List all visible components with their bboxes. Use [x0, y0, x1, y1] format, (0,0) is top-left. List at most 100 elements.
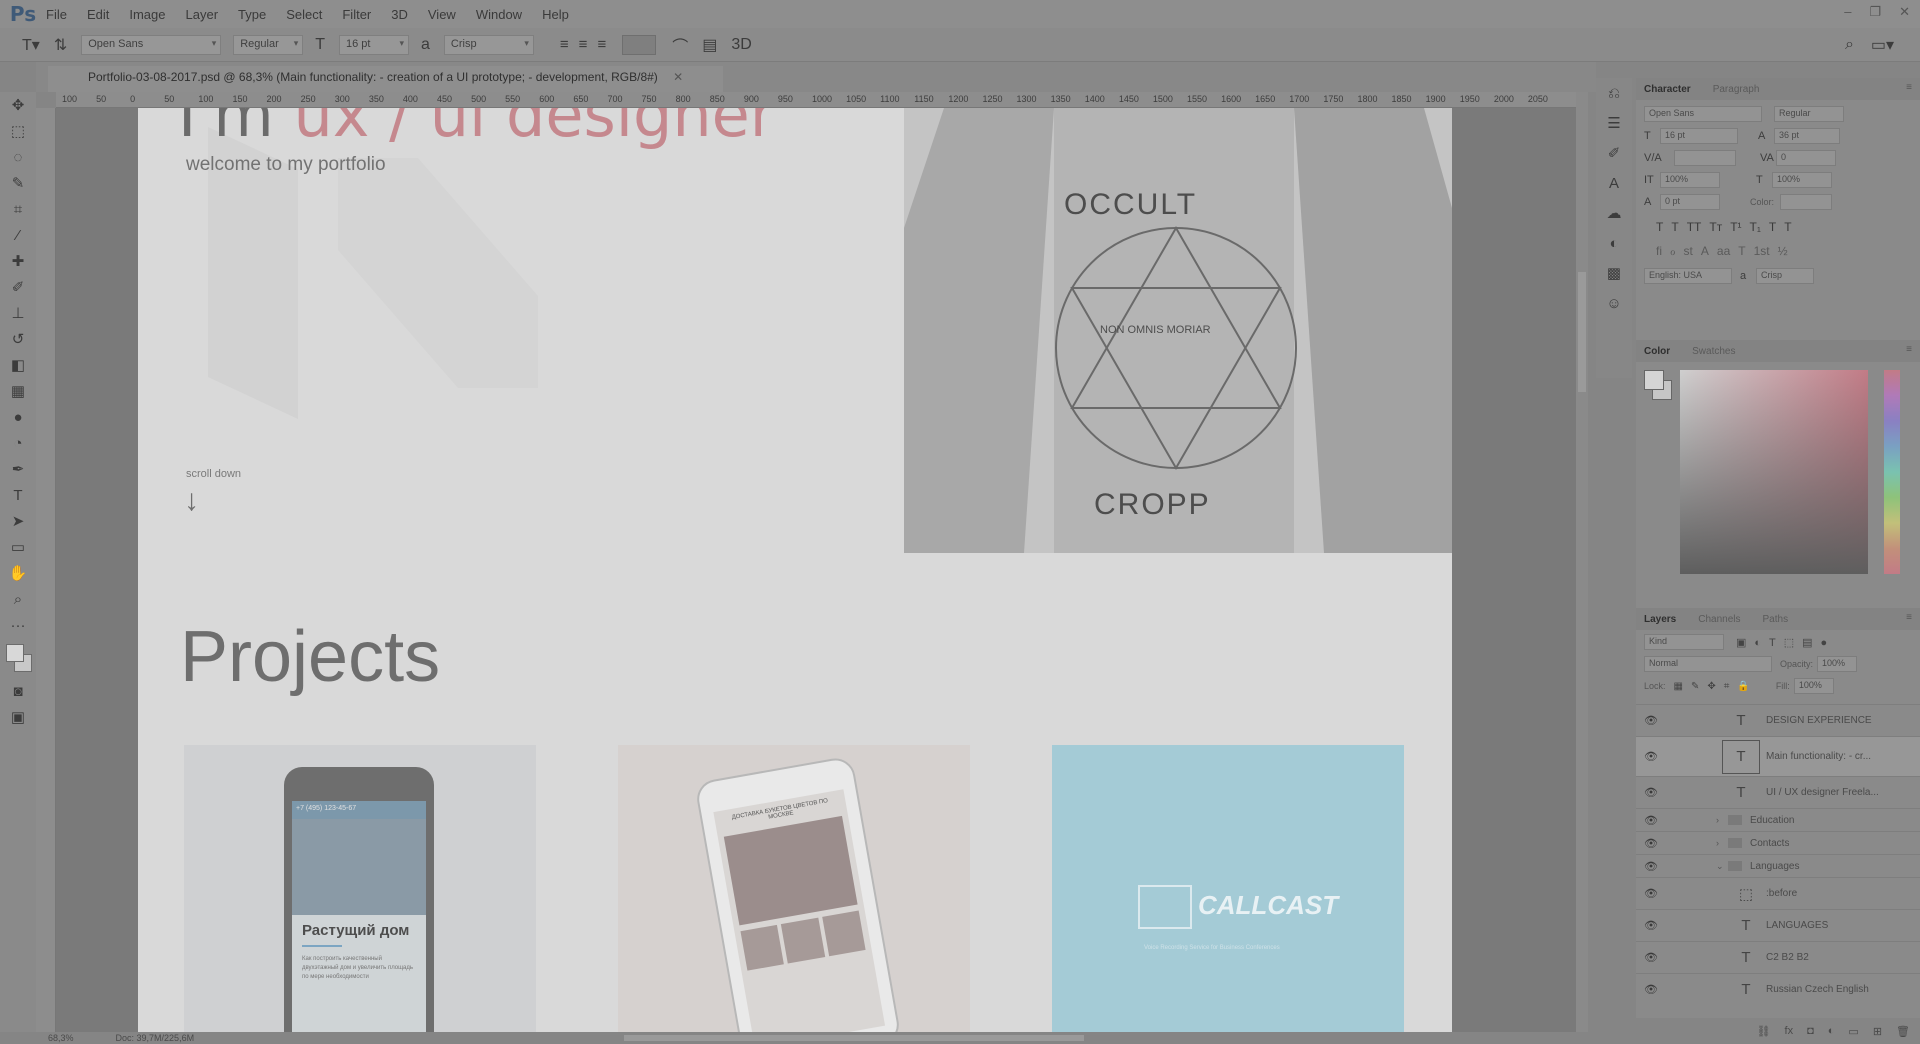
faux-bold-button[interactable]: T [1656, 220, 1663, 234]
menu-type[interactable]: Type [238, 7, 266, 22]
history-panel-icon[interactable]: ⎌ [1596, 78, 1632, 108]
faux-italic-button[interactable]: T [1671, 220, 1678, 234]
font-style-select[interactable]: Regular [233, 34, 304, 55]
tab-character[interactable]: Character [1644, 84, 1691, 95]
toggle-text-orientation-icon[interactable]: ⇅ [54, 35, 67, 55]
font-size-select[interactable]: 16 pt [339, 34, 409, 55]
delete-layer-icon[interactable]: 🗑 [1896, 1025, 1910, 1038]
contextual-alternates-button[interactable]: ℴ [1670, 244, 1676, 258]
vertical-ruler[interactable] [36, 108, 56, 1032]
char-font-size[interactable]: 16 pt [1660, 128, 1738, 144]
panel-menu-icon[interactable]: ≡ [1906, 82, 1912, 93]
layer-row[interactable]: 👁 T LANGUAGES [1636, 909, 1920, 941]
menu-select[interactable]: Select [286, 7, 322, 22]
expand-arrow-icon[interactable]: › [1716, 815, 1728, 825]
vertical-scroll-thumb[interactable] [1578, 272, 1586, 392]
menu-layer[interactable]: Layer [186, 7, 219, 22]
menu-file[interactable]: File [46, 7, 67, 22]
gradient-tool-icon[interactable]: ▦ [0, 378, 36, 404]
blend-mode-select[interactable]: Normal [1644, 656, 1772, 672]
all-caps-button[interactable]: TT [1687, 220, 1702, 234]
tab-layers[interactable]: Layers [1644, 614, 1676, 625]
document-canvas[interactable]: I'm ux / ui designer welcome to my portf… [138, 108, 1452, 1032]
info-panel-icon[interactable]: ☺ [1596, 288, 1632, 318]
text-color-swatch[interactable] [622, 34, 657, 55]
workspace-icon[interactable]: ▭▾ [1871, 35, 1894, 55]
visibility-eye-icon[interactable]: 👁 [1636, 814, 1666, 827]
tab-swatches[interactable]: Swatches [1692, 346, 1735, 357]
clone-stamp-tool-icon[interactable]: ⊥ [0, 300, 36, 326]
fractions-button[interactable]: ½ [1778, 244, 1788, 258]
tab-paths[interactable]: Paths [1763, 614, 1789, 625]
tab-color[interactable]: Color [1644, 346, 1670, 357]
char-leading[interactable]: 36 pt [1774, 128, 1840, 144]
adjustments-panel-icon[interactable]: ◐ [1596, 228, 1632, 258]
hue-slider[interactable] [1884, 370, 1900, 574]
lock-icons[interactable]: ▦✎✥⌗🔒 [1674, 681, 1758, 692]
close-tab-icon[interactable]: ✕ [673, 70, 683, 84]
screen-mode-icon[interactable]: ▣ [0, 704, 36, 730]
horizontal-ruler[interactable]: 100 50 0 50 100 150 200 250 300 350 400 450 500 550 60… [56, 92, 1576, 108]
layer-row-selected[interactable]: 👁 T Main functionality: - cr... [1636, 736, 1920, 776]
layer-group-row[interactable]: 👁 ⌄ Languages [1636, 854, 1920, 877]
crop-tool-icon[interactable]: ⌗ [0, 196, 36, 222]
char-tracking[interactable]: 0 [1776, 150, 1836, 166]
visibility-eye-icon[interactable]: 👁 [1636, 714, 1666, 727]
subscript-button[interactable]: T₁ [1750, 220, 1761, 234]
char-vertical-scale[interactable]: 100% [1660, 172, 1720, 188]
align-left-icon[interactable]: ≡ [560, 36, 569, 53]
close-icon[interactable]: ✕ [1899, 4, 1910, 20]
properties-panel-icon[interactable]: ☰ [1596, 108, 1632, 138]
discretionary-ligatures-button[interactable]: st [1684, 244, 1693, 258]
panel-menu-icon[interactable]: ≡ [1906, 344, 1912, 355]
visibility-eye-icon[interactable]: 👁 [1636, 860, 1666, 873]
small-caps-button[interactable]: Tᴛ [1709, 220, 1722, 234]
path-selection-tool-icon[interactable]: ➤ [0, 508, 36, 534]
char-font-family[interactable]: Open Sans [1644, 106, 1762, 122]
char-language[interactable]: English: USA [1644, 268, 1732, 284]
shape-tool-icon[interactable]: ▭ [0, 534, 36, 560]
layer-row[interactable]: 👁 ⬚ :before [1636, 877, 1920, 909]
stylistic-alternates-button[interactable]: aa [1717, 244, 1730, 258]
tab-paragraph[interactable]: Paragraph [1713, 84, 1760, 95]
link-layers-icon[interactable]: ⛓ [1757, 1025, 1771, 1038]
character-panel-toggle-icon[interactable]: ▤ [702, 35, 717, 55]
char-kerning[interactable] [1674, 150, 1736, 166]
healing-brush-tool-icon[interactable]: ✚ [0, 248, 36, 274]
history-brush-tool-icon[interactable]: ↺ [0, 326, 36, 352]
quick-selection-tool-icon[interactable]: ✎ [0, 170, 36, 196]
char-color-swatch[interactable] [1780, 194, 1833, 210]
color-swatches[interactable] [0, 638, 36, 678]
type-tool-preset-icon[interactable]: T▾ [22, 35, 40, 55]
hand-tool-icon[interactable]: ✋ [0, 560, 36, 586]
vertical-scrollbar[interactable] [1576, 92, 1588, 1032]
superscript-button[interactable]: T¹ [1730, 220, 1741, 234]
align-right-icon[interactable]: ≡ [597, 36, 606, 53]
brush-tool-icon[interactable]: ✐ [0, 274, 36, 300]
titling-alternates-button[interactable]: T [1738, 244, 1745, 258]
opacity-field[interactable]: 100% [1817, 656, 1858, 672]
layer-filter-kind[interactable]: Kind [1644, 634, 1724, 650]
new-layer-icon[interactable]: ⊞ [1873, 1025, 1882, 1038]
foreground-color[interactable] [6, 644, 24, 662]
type-tool-icon[interactable]: T [0, 482, 36, 508]
layer-row[interactable]: 👁 T UI / UX designer Freela... [1636, 776, 1920, 808]
char-baseline-shift[interactable]: 0 pt [1660, 194, 1720, 210]
color-picker-field[interactable] [1680, 370, 1868, 574]
collapse-arrow-icon[interactable]: ⌄ [1716, 861, 1728, 872]
move-tool-icon[interactable]: ✥ [0, 92, 36, 118]
pen-tool-icon[interactable]: ✒ [0, 456, 36, 482]
layer-row[interactable]: 👁 T DESIGN EXPERIENCE [1636, 704, 1920, 736]
zoom-level[interactable]: 68,3% [48, 1033, 74, 1043]
font-family-select[interactable]: Open Sans [81, 34, 222, 55]
char-horizontal-scale[interactable]: 100% [1772, 172, 1832, 188]
strikethrough-button[interactable]: T [1784, 220, 1791, 234]
layer-row[interactable]: 👁 T C2 B2 B2 [1636, 941, 1920, 973]
blur-tool-icon[interactable]: ● [0, 404, 36, 430]
layer-style-icon[interactable]: fx [1785, 1025, 1794, 1037]
visibility-eye-icon[interactable]: 👁 [1636, 786, 1666, 799]
panel-menu-icon[interactable]: ≡ [1906, 612, 1912, 623]
styles-panel-icon[interactable]: ▩ [1596, 258, 1632, 288]
lasso-tool-icon[interactable]: ◌ [0, 144, 36, 170]
layer-group-row[interactable]: 👁 › Contacts [1636, 831, 1920, 854]
